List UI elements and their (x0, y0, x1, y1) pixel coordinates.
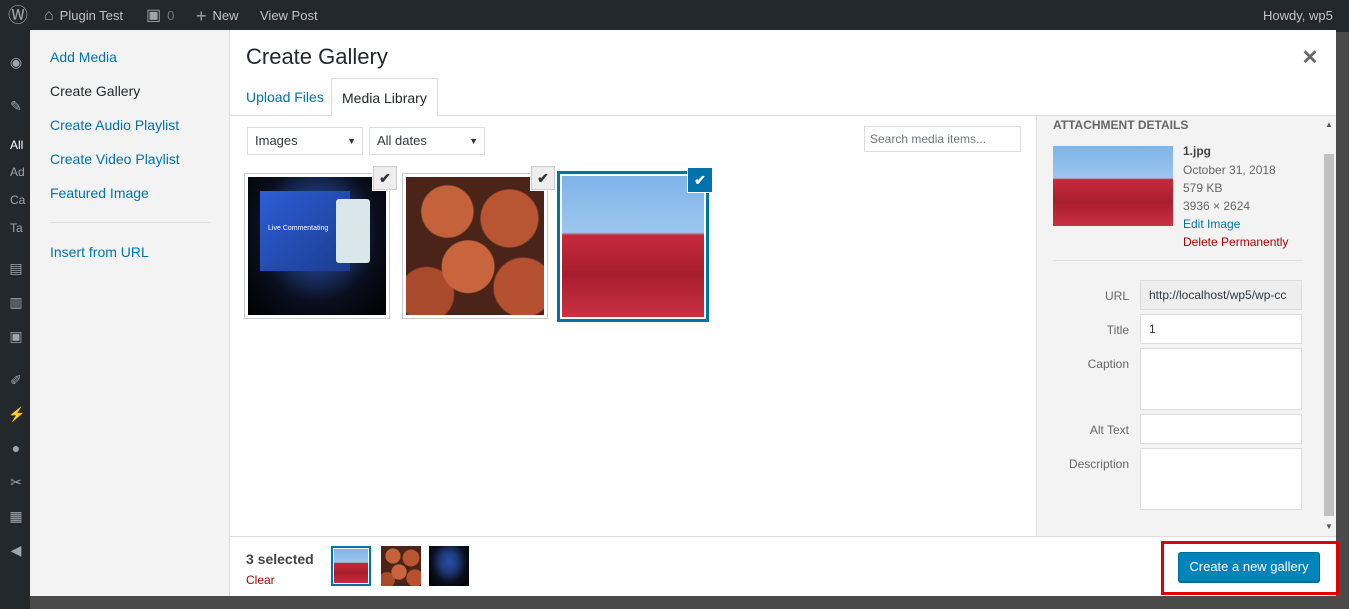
comments-count: 0 (167, 8, 175, 23)
live-commentating-stage-image: Live Commentating (248, 177, 386, 315)
media-type-filter[interactable]: Images ▼ (247, 127, 363, 155)
clear-selection-link[interactable]: Clear (246, 573, 275, 587)
attachment-date: October 31, 2018 (1183, 163, 1276, 177)
plus-icon: + (196, 6, 207, 26)
menu-insert-from-url[interactable]: Insert from URL (50, 244, 149, 260)
media-router: Upload Files Media Library (230, 78, 1336, 117)
dropdown-arrow-icon: ▼ (347, 136, 356, 146)
checkmark-icon[interactable]: ✔ (531, 166, 555, 190)
appearance-icon[interactable]: ✐ (8, 372, 24, 388)
selected-thumb-pumpkins[interactable] (381, 546, 421, 586)
edit-image-link[interactable]: Edit Image (1183, 217, 1240, 231)
description-label: Description (1068, 457, 1129, 471)
comment-icon: ▣ (146, 7, 162, 24)
checkmark-icon[interactable]: ✔ (373, 166, 397, 190)
media-type-value: Images (255, 133, 298, 148)
menu-add-media[interactable]: Add Media (50, 49, 117, 65)
alt-text-label: Alt Text (1089, 423, 1129, 437)
attachment-preview-image (1053, 146, 1173, 226)
attachment-filesize: 579 KB (1183, 181, 1223, 195)
close-icon[interactable]: ✕ (1298, 46, 1322, 70)
view-post-link[interactable]: View Post (260, 0, 318, 32)
plugins-icon[interactable]: ⚡ (8, 406, 25, 422)
users-icon[interactable]: ● (8, 440, 24, 456)
comments-menu-icon[interactable]: ▣ (8, 328, 24, 344)
title-field[interactable] (1140, 314, 1302, 344)
modal-title: Create Gallery (246, 44, 388, 69)
menu-fragment-tags[interactable]: Ta (10, 221, 23, 235)
selected-thumb-stage[interactable] (429, 546, 469, 586)
menu-create-video-playlist[interactable]: Create Video Playlist (50, 151, 180, 167)
stage-screen-text: Live Commentating (268, 225, 329, 232)
home-icon: ⌂ (44, 7, 54, 24)
posts-icon[interactable]: ✎ (8, 98, 24, 114)
settings-icon[interactable]: ▦ (8, 508, 24, 524)
site-name-link[interactable]: ⌂ Plugin Test (44, 0, 123, 32)
scrollbar-thumb[interactable] (1324, 154, 1334, 516)
create-new-gallery-button[interactable]: Create a new gallery (1178, 552, 1320, 582)
attachment-thumbnail[interactable]: ✔ (402, 166, 555, 319)
tools-icon[interactable]: ✂ (8, 474, 24, 490)
attachment-filename: 1.jpg (1183, 144, 1212, 158)
tab-media-library[interactable]: Media Library (331, 78, 438, 117)
media-toolbar: 3 selected Clear Create a new gallery (230, 536, 1336, 596)
attachment-dimensions: 3936 × 2624 (1183, 199, 1251, 213)
view-post-label: View Post (260, 8, 318, 23)
menu-fragment-categories[interactable]: Ca (10, 193, 25, 207)
pumpkins-image (406, 177, 544, 315)
my-account-link[interactable]: Howdy, wp5 (1263, 0, 1333, 32)
menu-create-gallery[interactable]: Create Gallery (50, 83, 140, 99)
url-field[interactable] (1140, 280, 1302, 310)
media-menu: Add Media Create Gallery Create Audio Pl… (30, 30, 230, 596)
howdy-label: Howdy, wp5 (1263, 8, 1333, 23)
details-scrollbar[interactable]: ▲ ▼ (1322, 116, 1336, 536)
menu-fragment-add[interactable]: Ad (10, 165, 25, 179)
site-name-label: Plugin Test (59, 8, 124, 23)
url-label: URL (1104, 289, 1129, 303)
menu-featured-image[interactable]: Featured Image (50, 185, 149, 201)
media-icon[interactable]: ▤ (8, 260, 24, 276)
stage-phone-graphic (336, 199, 370, 263)
menu-create-audio-playlist[interactable]: Create Audio Playlist (50, 117, 179, 133)
checkmark-icon[interactable]: ✔ (688, 168, 712, 192)
dashboard-icon[interactable]: ◉ (8, 54, 24, 70)
tab-upload-files[interactable]: Upload Files (236, 78, 334, 116)
new-label: New (212, 8, 239, 23)
scroll-up-arrow-icon[interactable]: ▲ (1322, 120, 1336, 129)
red-field-image (562, 176, 704, 317)
title-label: Title (1106, 323, 1129, 337)
admin-bar: Ⓦ ⌂ Plugin Test ▣ 0 + New View Post Howdy, … (0, 0, 1349, 32)
search-media-input[interactable] (864, 126, 1021, 152)
alt-text-field[interactable] (1140, 414, 1302, 444)
attachment-details-sidebar: Attachment Details 1.jpg October 31, 201… (1036, 116, 1336, 536)
selected-thumb-field[interactable] (331, 546, 371, 586)
dropdown-arrow-icon: ▼ (469, 136, 478, 146)
attachment-thumbnail[interactable]: Live Commentating ✔ (244, 166, 397, 319)
wordpress-logo-icon[interactable]: Ⓦ (8, 0, 28, 32)
date-filter-value: All dates (377, 133, 427, 148)
description-field[interactable] (1140, 448, 1302, 510)
delete-permanently-link[interactable]: Delete Permanently (1183, 235, 1288, 249)
attachment-thumbnail-selected[interactable]: ✔ (557, 168, 712, 322)
menu-separator (50, 222, 210, 223)
caption-label: Caption (1087, 357, 1129, 371)
caption-field[interactable] (1140, 348, 1302, 410)
pages-icon[interactable]: ▥ (8, 294, 24, 310)
scroll-down-arrow-icon[interactable]: ▼ (1322, 522, 1336, 531)
new-content-link[interactable]: + New (196, 0, 239, 32)
menu-fragment-all[interactable]: All (10, 138, 23, 152)
attachment-details-heading: Attachment Details (1053, 118, 1189, 132)
media-modal: Add Media Create Gallery Create Audio Pl… (30, 30, 1336, 596)
comments-link[interactable]: ▣ 0 (146, 0, 174, 32)
date-filter[interactable]: All dates ▼ (369, 127, 485, 155)
admin-menu: ◉ ✎ All Ad Ca Ta ▤ ▥ ▣ ✐ ⚡ ● ✂ ▦ ◀ (0, 32, 30, 609)
selection-count: 3 selected (246, 551, 314, 567)
collapse-menu-icon[interactable]: ◀ (8, 542, 24, 558)
details-divider (1053, 260, 1303, 261)
